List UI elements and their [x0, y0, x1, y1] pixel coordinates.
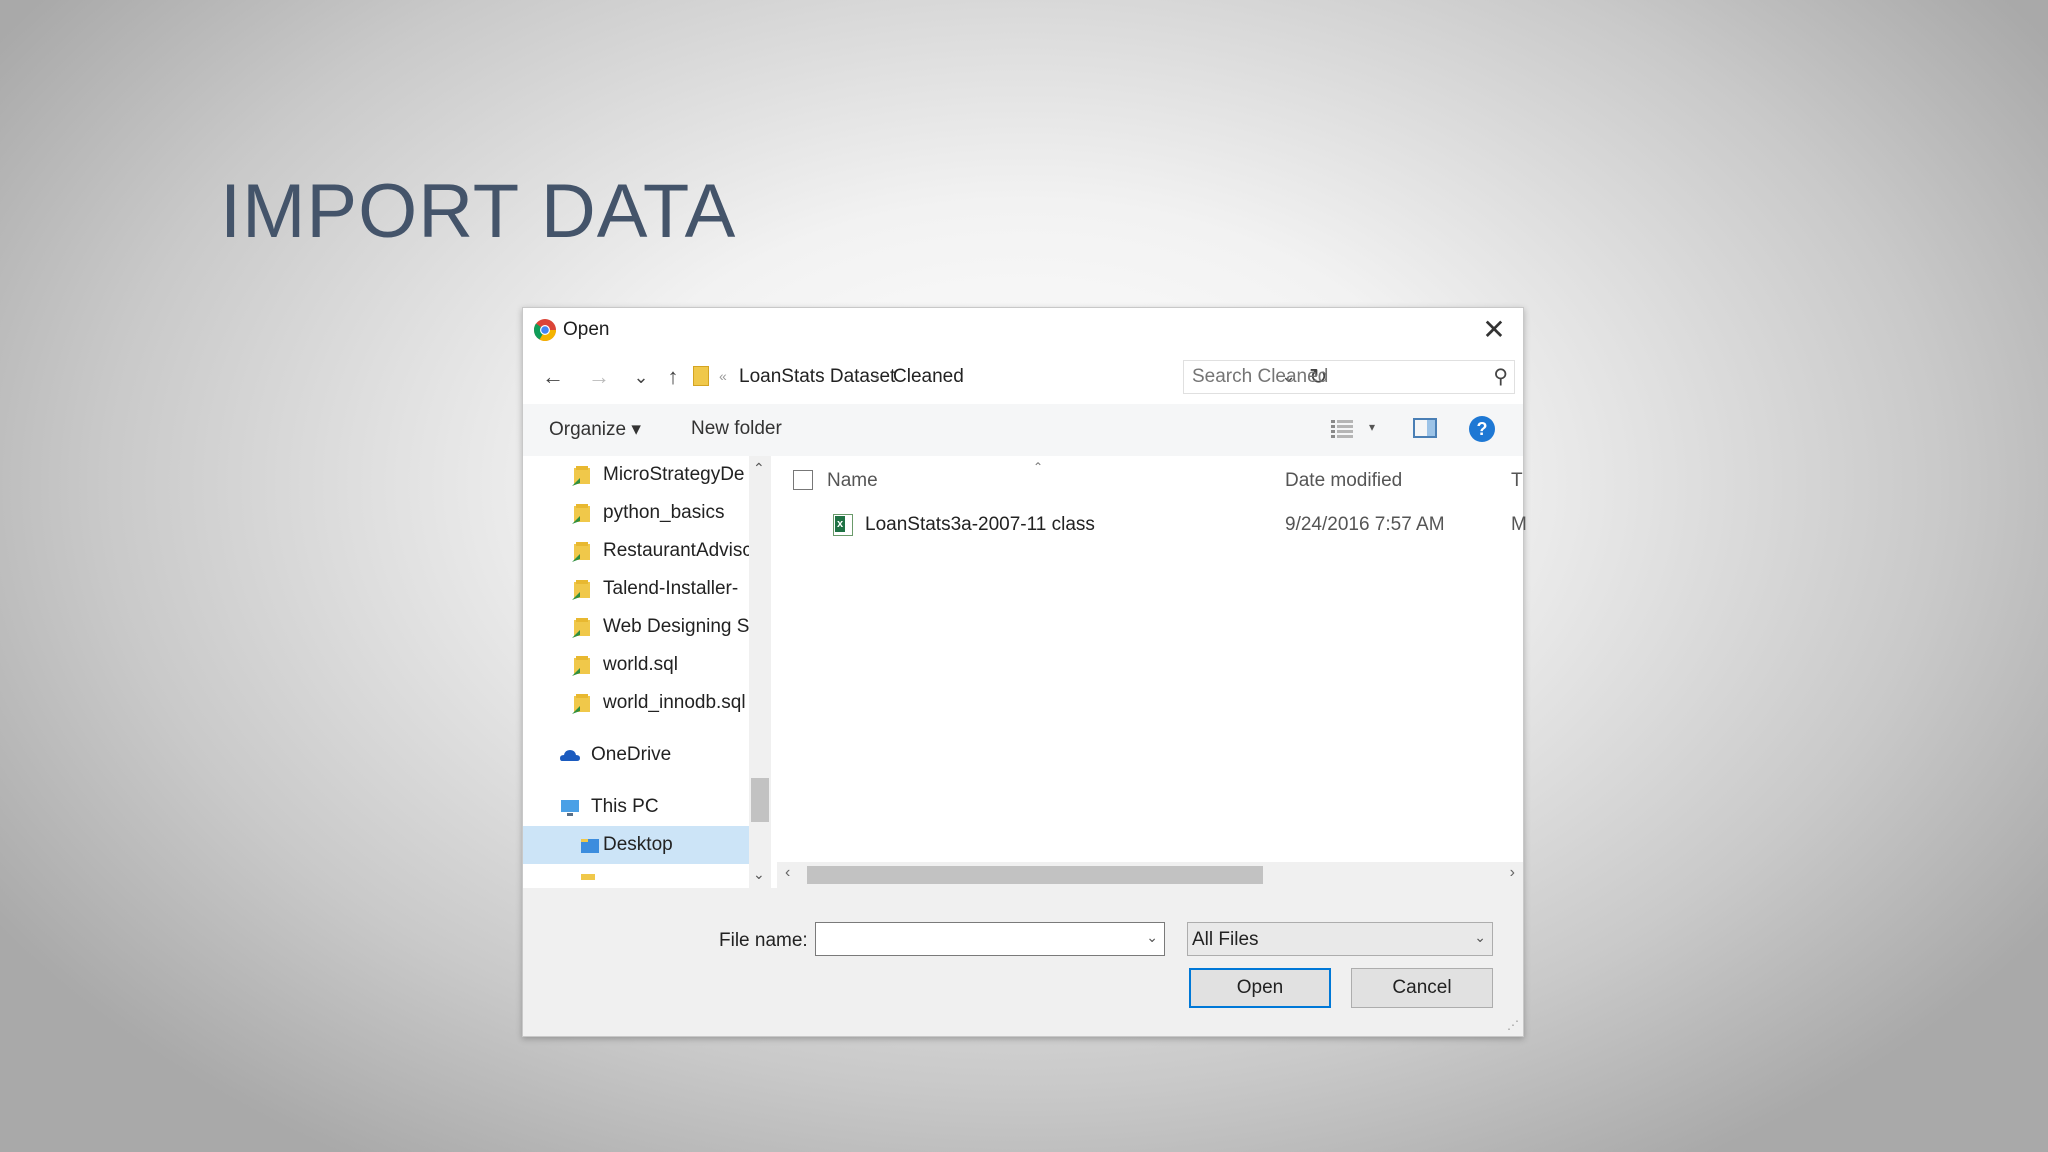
nav-item-label: world_innodb.sql	[603, 692, 746, 713]
nav-item-label: Web Designing S	[603, 616, 750, 637]
nav-item-world-sql[interactable]: world.sql	[523, 646, 753, 684]
sort-ascending-icon: ⌃	[1033, 460, 1044, 474]
breadcrumb-cleaned[interactable]: Cleaned	[893, 366, 964, 388]
preview-pane-icon[interactable]	[1413, 418, 1437, 438]
back-arrow-icon[interactable]: ←	[539, 362, 567, 392]
column-header-type[interactable]: T	[1511, 470, 1523, 492]
forward-arrow-icon[interactable]: →	[585, 362, 613, 392]
file-name: LoanStats3a-2007-11 class	[865, 514, 1095, 535]
nav-item-more	[523, 866, 753, 888]
computer-icon	[561, 800, 579, 816]
nav-item-desktop[interactable]: Desktop	[523, 826, 753, 864]
cloud-icon	[560, 750, 580, 761]
folder-icon	[693, 366, 709, 386]
excel-file-icon	[833, 514, 853, 536]
search-icon[interactable]: ⚲	[1493, 364, 1508, 389]
nav-item-web-designing[interactable]: Web Designing S	[523, 608, 753, 646]
dialog-title: Open	[563, 319, 610, 340]
nav-item-microstrategy[interactable]: MicroStrategyDe	[523, 456, 753, 494]
nav-item-world-innodb-sql[interactable]: world_innodb.sql	[523, 684, 753, 722]
help-icon[interactable]: ?	[1469, 416, 1495, 442]
folder-shortcut-icon	[572, 618, 590, 638]
file-name-label: File name:	[719, 930, 808, 951]
address-bar[interactable]: « LoanStats Dataset › Cleaned ⌄ ↻	[693, 360, 1327, 394]
nav-pane-scrollbar[interactable]: ⌃ ⌄	[749, 456, 771, 888]
nav-item-this-pc[interactable]: This PC	[523, 788, 753, 826]
nav-item-onedrive[interactable]: OneDrive	[523, 736, 753, 774]
breadcrumb-chevron-icon[interactable]: ›	[875, 368, 880, 384]
desktop-folder-icon	[581, 839, 599, 853]
search-input[interactable]	[1190, 365, 1474, 389]
breadcrumb-loanstats-dataset[interactable]: LoanStats Dataset	[739, 366, 895, 388]
folder-icon	[581, 874, 595, 880]
command-bar: Organize ▾ New folder ▾ ?	[523, 404, 1523, 456]
address-bar-row: ← → ⌄ ↑ « LoanStats Dataset › Cleaned ⌄ …	[523, 356, 1523, 400]
open-file-dialog: Open ✕ ← → ⌄ ↑ « LoanStats Dataset › Cle…	[522, 307, 1527, 1037]
select-all-checkbox[interactable]	[793, 470, 813, 490]
new-folder-button[interactable]: New folder	[691, 418, 782, 440]
resize-grip-icon[interactable]: ⋰	[1507, 1018, 1519, 1032]
close-icon[interactable]: ✕	[1477, 314, 1511, 346]
nav-item-label: world.sql	[603, 654, 678, 675]
view-options-icon[interactable]	[1331, 419, 1353, 439]
scroll-down-icon[interactable]: ⌄	[753, 866, 765, 883]
chrome-icon	[533, 319, 556, 341]
open-button[interactable]: Open	[1189, 968, 1331, 1008]
folder-shortcut-icon	[572, 580, 590, 600]
nav-item-python-basics[interactable]: python_basics	[523, 494, 753, 532]
column-header-date-modified[interactable]: Date modified	[1285, 470, 1402, 492]
chevron-down-icon[interactable]: ⌄	[1474, 929, 1486, 946]
file-type: M	[1511, 514, 1527, 535]
folder-shortcut-icon	[572, 656, 590, 676]
file-type-filter[interactable]: All Files ⌄	[1187, 922, 1493, 956]
nav-item-restaurant-advisor[interactable]: RestaurantAdvisc	[523, 532, 753, 570]
scroll-right-icon[interactable]: ›	[1510, 864, 1515, 882]
folder-shortcut-icon	[572, 542, 590, 562]
file-date-modified: 9/24/2016 7:57 AM	[1285, 514, 1445, 535]
organize-button[interactable]: Organize ▾	[549, 418, 641, 441]
horizontal-scrollbar[interactable]: ‹ ›	[777, 862, 1523, 888]
chevron-down-icon[interactable]: ⌄	[1146, 929, 1158, 946]
file-list: Name ⌃ Date modified T LoanStats3a-2007-…	[777, 456, 1527, 888]
column-header-name[interactable]: Name	[827, 470, 878, 492]
nav-item-label: MicroStrategyDe	[603, 464, 745, 485]
slide-title: IMPORT DATA	[220, 169, 737, 254]
dialog-titlebar: Open ✕	[523, 308, 1523, 352]
cancel-button[interactable]: Cancel	[1351, 968, 1493, 1008]
up-arrow-icon[interactable]: ↑	[659, 362, 687, 392]
file-row[interactable]: LoanStats3a-2007-11 class 9/24/2016 7:57…	[777, 506, 1527, 544]
search-box[interactable]: ⚲	[1183, 360, 1515, 394]
scroll-left-icon[interactable]: ‹	[785, 864, 790, 882]
scrollbar-thumb[interactable]	[807, 866, 1263, 884]
nav-item-talend-installer[interactable]: Talend-Installer-	[523, 570, 753, 608]
nav-item-label: Desktop	[603, 834, 673, 855]
breadcrumb-separator: «	[719, 368, 727, 384]
nav-item-label: Talend-Installer-	[603, 578, 739, 599]
nav-item-label: This PC	[591, 796, 659, 817]
scrollbar-thumb[interactable]	[751, 778, 769, 822]
dialog-footer: File name: ⌄ All Files ⌄ Open Cancel ⋰	[523, 888, 1523, 1036]
scroll-up-icon[interactable]: ⌃	[753, 460, 765, 477]
nav-item-label: OneDrive	[591, 744, 672, 765]
navigation-pane: MicroStrategyDe python_basics Restaurant…	[523, 456, 753, 888]
nav-item-label: python_basics	[603, 502, 725, 523]
folder-shortcut-icon	[572, 694, 590, 714]
file-type-filter-label: All Files	[1192, 929, 1259, 950]
view-dropdown-icon[interactable]: ▾	[1369, 420, 1375, 434]
folder-shortcut-icon	[572, 504, 590, 524]
folder-shortcut-icon	[572, 466, 590, 486]
file-name-combobox[interactable]: ⌄	[815, 922, 1165, 956]
file-name-input[interactable]	[822, 928, 1126, 952]
nav-item-label: RestaurantAdvisc	[603, 540, 752, 561]
recent-locations-chevron-icon[interactable]: ⌄	[627, 362, 655, 392]
